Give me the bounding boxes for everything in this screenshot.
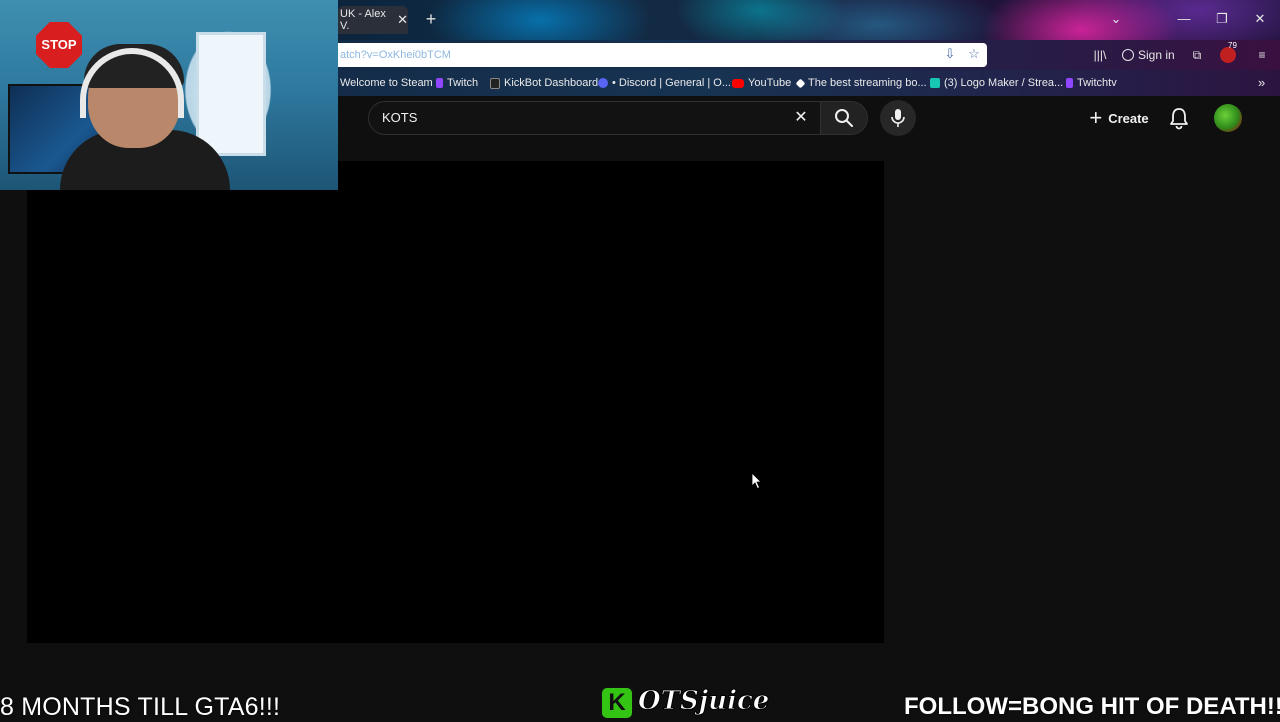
extension-badge-count: 79 xyxy=(1228,41,1237,50)
bookmark-item-twitch[interactable]: Twitch xyxy=(436,76,478,90)
tab-list-chevron-icon[interactable]: ⌄ xyxy=(1106,10,1126,28)
sign-in-label: Sign in xyxy=(1138,48,1175,62)
stop-sign: STOP xyxy=(36,22,82,68)
youtube-icon xyxy=(732,78,744,88)
bookmark-label: (3) Logo Maker / Strea... xyxy=(944,77,1064,89)
kick-logo-letter: K xyxy=(608,689,626,716)
library-icon[interactable]: |||\ xyxy=(1092,46,1108,64)
clear-search-icon[interactable]: ✕ xyxy=(792,108,810,128)
bookmark-label: The best streaming bo... xyxy=(808,77,927,89)
address-bar-url: atch?v=OxKhei0bTCM xyxy=(340,49,451,61)
search-input[interactable] xyxy=(368,101,820,135)
discord-icon xyxy=(598,78,608,88)
notifications-button[interactable] xyxy=(1168,106,1190,130)
bookmarks-overflow-chevron-icon[interactable]: » xyxy=(1258,76,1265,90)
sign-in-button[interactable]: Sign in xyxy=(1122,46,1175,64)
bookmark-label: • Discord | General | O... xyxy=(612,77,731,89)
search-button[interactable] xyxy=(820,101,868,135)
avatar[interactable] xyxy=(1214,104,1242,132)
streaming-bot-icon xyxy=(795,78,806,88)
webcam-overlay: STOP xyxy=(0,0,338,190)
bookmark-label: Welcome to Steam xyxy=(340,77,433,89)
bookmark-label: YouTube xyxy=(748,77,792,89)
bookmark-label: KickBot Dashboard xyxy=(504,77,599,89)
search-icon xyxy=(835,109,853,127)
overlay-brand-name: OTSjuice xyxy=(637,686,770,717)
bookmark-item-kickbot[interactable]: KickBot Dashboard xyxy=(490,76,598,90)
bookmark-label: Twitchtv xyxy=(1077,77,1117,89)
search-query-text: KOTS xyxy=(382,110,418,125)
bookmark-item-discord[interactable]: • Discord | General | O... xyxy=(598,76,731,90)
logo-maker-icon xyxy=(930,78,940,88)
create-button[interactable]: + Create xyxy=(1080,102,1158,134)
overlay-left-banner: 8 MONTHS TILL GTA6!!! xyxy=(0,693,281,721)
account-icon xyxy=(1122,49,1134,61)
voice-search-button[interactable] xyxy=(880,100,916,136)
menu-hamburger-icon[interactable]: ≡ xyxy=(1254,46,1270,64)
browser-tab-active[interactable]: UK - Alex V. ✕ xyxy=(338,6,408,34)
stop-sign-text: STOP xyxy=(41,37,77,52)
tab-title: UK - Alex V. xyxy=(340,8,386,32)
video-player[interactable] xyxy=(27,161,884,643)
extensions-puzzle-icon[interactable]: ⧉ xyxy=(1188,46,1206,64)
bell-icon xyxy=(1170,108,1188,130)
tab-close-icon[interactable]: ✕ xyxy=(397,12,408,28)
twitch-icon xyxy=(436,78,443,88)
bookmark-item-logo-maker[interactable]: (3) Logo Maker / Strea... xyxy=(930,76,1063,90)
bookmark-item-streaming-bot[interactable]: The best streaming bo... xyxy=(795,76,927,90)
close-window-button[interactable]: ✕ xyxy=(1250,10,1270,28)
address-bar[interactable]: atch?v=OxKhei0bTCM ⇩ ☆ xyxy=(338,43,987,67)
mouse-cursor-icon xyxy=(752,473,762,489)
minimize-button[interactable]: — xyxy=(1174,10,1194,28)
bookmark-item-twitchtv[interactable]: Twitchtv xyxy=(1066,76,1117,90)
bookmark-label: Twitch xyxy=(447,77,479,89)
twitch-icon xyxy=(1066,78,1073,88)
extension-badge-icon[interactable]: 79 xyxy=(1220,41,1237,63)
bookmark-item-youtube[interactable]: YouTube xyxy=(732,76,791,90)
kickbot-icon xyxy=(490,77,500,89)
new-tab-button[interactable]: + xyxy=(422,8,440,30)
install-app-icon[interactable]: ⇩ xyxy=(942,46,958,62)
create-label: Create xyxy=(1108,110,1149,126)
overlay-right-banner: FOLLOW=BONG HIT OF DEATH!!! xyxy=(904,693,1280,720)
bookmark-star-icon[interactable]: ☆ xyxy=(966,46,982,62)
restore-button[interactable]: ❐ xyxy=(1212,10,1232,28)
plus-icon: + xyxy=(1089,105,1103,130)
webcam-window-light xyxy=(196,32,266,156)
kick-logo-icon: K xyxy=(600,686,634,720)
bookmark-item-steam[interactable]: Welcome to Steam xyxy=(340,76,433,90)
microphone-icon xyxy=(891,109,905,127)
